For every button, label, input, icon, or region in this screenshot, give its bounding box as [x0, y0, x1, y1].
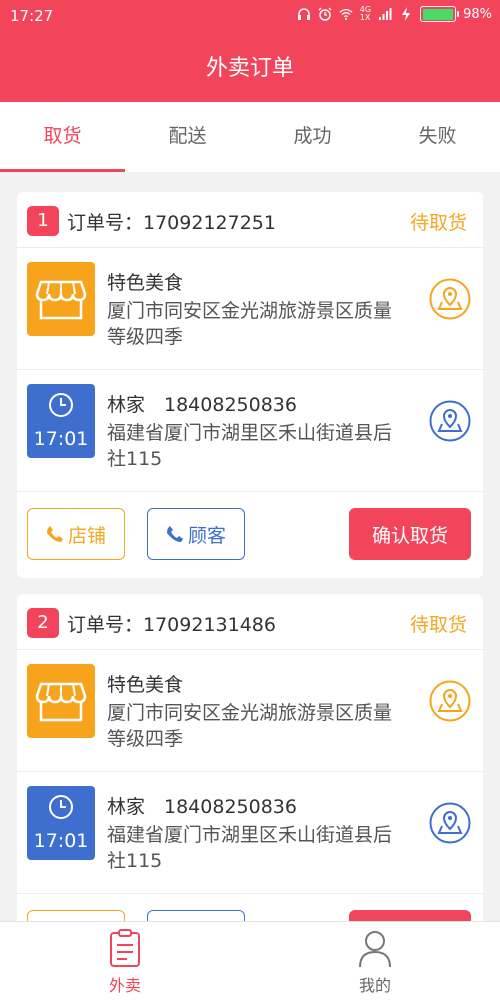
customer-name-phone: 林家 18408250836	[107, 394, 297, 416]
confirm-pickup-button[interactable]: 确认取货	[349, 508, 471, 560]
clock-icon	[49, 393, 73, 417]
store-icon	[27, 664, 95, 738]
bottom-nav: 外卖 我的	[0, 921, 500, 1000]
customer-row: 17:01 林家 18408250836 福建省厦门市湖里区禾山街道县后社115	[17, 370, 483, 492]
shop-location-icon[interactable]	[429, 680, 471, 722]
order-number: 订单号：17092131486	[67, 614, 276, 636]
order-actions: 店铺 顾客 确认取货	[17, 492, 483, 578]
order-card-header: 1 订单号：17092127251 待取货	[17, 192, 483, 248]
page-title: 外卖订单	[205, 56, 294, 81]
tab-pickup[interactable]: 取货	[0, 102, 125, 172]
shop-name: 特色美食	[107, 674, 184, 696]
status-time: 17:27	[10, 7, 54, 25]
nav-mine-label: 我的	[358, 976, 391, 995]
nav-takeout-label: 外卖	[108, 976, 141, 995]
call-shop-button[interactable]: 店铺	[27, 508, 125, 560]
store-icon	[27, 262, 95, 336]
order-card-header: 2 订单号：17092131486 待取货	[17, 594, 483, 650]
network-subtype: 1X	[359, 13, 371, 22]
nav-mine[interactable]: 我的	[250, 922, 500, 1000]
status-icons: 4G 1X 98%	[297, 6, 492, 22]
order-status: 待取货	[409, 212, 467, 234]
user-icon	[359, 931, 391, 968]
order-index-badge: 2	[27, 608, 59, 638]
wifi-icon	[339, 8, 353, 20]
tab-success[interactable]: 成功	[250, 102, 375, 172]
alarm-icon	[318, 7, 332, 21]
delivery-time: 17:01	[33, 830, 89, 852]
phone-icon	[166, 526, 183, 542]
order-tabs: 取货 配送 成功 失败	[0, 102, 500, 172]
headset-icon	[297, 8, 310, 20]
delivery-time: 17:01	[33, 428, 89, 450]
signal-icon	[379, 8, 392, 20]
phone-icon	[46, 526, 63, 542]
tab-delivery[interactable]: 配送	[125, 102, 250, 172]
battery-icon	[420, 6, 460, 22]
app-header: 17:27 4G 1X 98% 外卖订单	[0, 0, 500, 102]
customer-name-phone: 林家 18408250836	[107, 796, 297, 818]
order-card[interactable]: 1 订单号：17092127251 待取货 特色美食 厦门市同安区金光湖旅游景区…	[17, 192, 483, 578]
order-list-icon	[110, 929, 140, 967]
order-status: 待取货	[409, 614, 467, 636]
battery-percent: 98%	[463, 6, 492, 22]
clock-icon	[49, 795, 73, 819]
shop-row: 特色美食 厦门市同安区金光湖旅游景区质量等级四季	[17, 248, 483, 370]
customer-address: 福建省厦门市湖里区禾山街道县后社115	[107, 824, 393, 872]
shop-row: 特色美食 厦门市同安区金光湖旅游景区质量等级四季	[17, 650, 483, 772]
battery-fill	[422, 8, 453, 20]
status-bar: 17:27 4G 1X 98%	[0, 0, 500, 32]
call-customer-button[interactable]: 顾客	[147, 508, 245, 560]
customer-address: 福建省厦门市湖里区禾山街道县后社115	[107, 422, 393, 470]
delivery-time-box: 17:01	[27, 384, 95, 458]
shop-location-icon[interactable]	[429, 278, 471, 320]
shop-address: 厦门市同安区金光湖旅游景区质量等级四季	[107, 300, 393, 348]
customer-location-icon[interactable]	[429, 400, 471, 442]
nav-takeout[interactable]: 外卖	[0, 922, 250, 1000]
call-shop-label: 店铺	[67, 524, 106, 547]
order-number: 订单号：17092127251	[67, 212, 276, 234]
tab-failed[interactable]: 失败	[375, 102, 500, 172]
customer-row: 17:01 林家 18408250836 福建省厦门市湖里区禾山街道县后社115	[17, 772, 483, 894]
order-index-badge: 1	[27, 206, 59, 236]
delivery-time-box: 17:01	[27, 786, 95, 860]
customer-location-icon[interactable]	[429, 802, 471, 844]
charging-icon	[402, 7, 411, 21]
call-customer-label: 顾客	[187, 524, 226, 547]
shop-name: 特色美食	[107, 272, 184, 294]
network-indicator: 4G 1X	[360, 6, 371, 22]
shop-address: 厦门市同安区金光湖旅游景区质量等级四季	[107, 702, 393, 750]
